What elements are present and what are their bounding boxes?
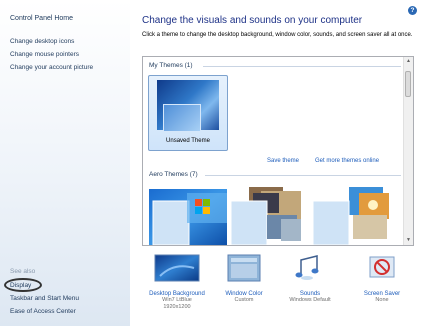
get-more-themes-link[interactable]: Get more themes online (315, 158, 379, 164)
desktop-background-resolution: 1920x1200 (163, 304, 191, 310)
screen-saver-value: None (375, 297, 389, 303)
taskbar-start-menu-link[interactable]: Taskbar and Start Menu (10, 295, 79, 302)
aero-themes-heading: Aero Themes (7) (149, 171, 198, 178)
themes-list: My Themes (1) Unsaved Theme Save theme G… (142, 56, 414, 246)
page-description: Click a theme to change the desktop back… (142, 32, 413, 38)
window-color-value: Custom (234, 297, 254, 303)
desktop-background-value: Win7 LtBlue (162, 297, 192, 303)
window-color-button[interactable]: Window Color Custom (216, 254, 272, 304)
characters-theme-thumbnail[interactable] (313, 185, 391, 245)
unsaved-theme-thumbnail (157, 80, 219, 132)
desktop-background-icon (154, 254, 200, 282)
my-themes-heading: My Themes (1) (149, 62, 193, 69)
windows7-theme-thumbnail[interactable] (149, 185, 227, 245)
control-panel-home-link[interactable]: Control Panel Home (10, 15, 73, 22)
help-icon[interactable]: ? (408, 6, 417, 15)
section-divider (205, 175, 401, 176)
change-desktop-icons-link[interactable]: Change desktop icons (10, 38, 74, 45)
scroll-up-icon[interactable]: ▲ (404, 57, 413, 66)
sounds-value: Windows Default (289, 297, 331, 303)
scroll-thumb[interactable] (405, 71, 411, 97)
page-title: Change the visuals and sounds on your co… (142, 15, 363, 26)
desktop-background-button[interactable]: Desktop Background Win7 LtBlue 1920x1200 (138, 254, 216, 311)
themes-scrollbar[interactable]: ▲ ▼ (403, 57, 413, 245)
sounds-button[interactable]: Sounds Windows Default (274, 254, 346, 304)
main-panel: ? Change the visuals and sounds on your … (130, 0, 423, 326)
music-notes-icon (295, 255, 319, 280)
section-divider (203, 66, 401, 67)
unsaved-theme-label: Unsaved Theme (166, 138, 210, 144)
window-color-icon (227, 254, 261, 282)
screen-saver-icon (369, 256, 395, 278)
change-account-picture-link[interactable]: Change your account picture (10, 64, 93, 71)
architecture-theme-thumbnail[interactable] (231, 185, 309, 245)
display-link[interactable]: Display (10, 282, 31, 289)
sidebar: Control Panel Home Change desktop icons … (0, 0, 130, 326)
save-theme-link[interactable]: Save theme (267, 158, 299, 164)
see-also-heading: See also (10, 268, 36, 275)
screen-saver-button[interactable]: Screen Saver None (354, 254, 410, 304)
unsaved-theme-tile[interactable]: Unsaved Theme (148, 75, 228, 151)
window-preview-icon (163, 104, 201, 132)
change-mouse-pointers-link[interactable]: Change mouse pointers (10, 51, 79, 58)
ease-of-access-link[interactable]: Ease of Access Center (10, 308, 76, 315)
scroll-down-icon[interactable]: ▼ (404, 236, 413, 245)
